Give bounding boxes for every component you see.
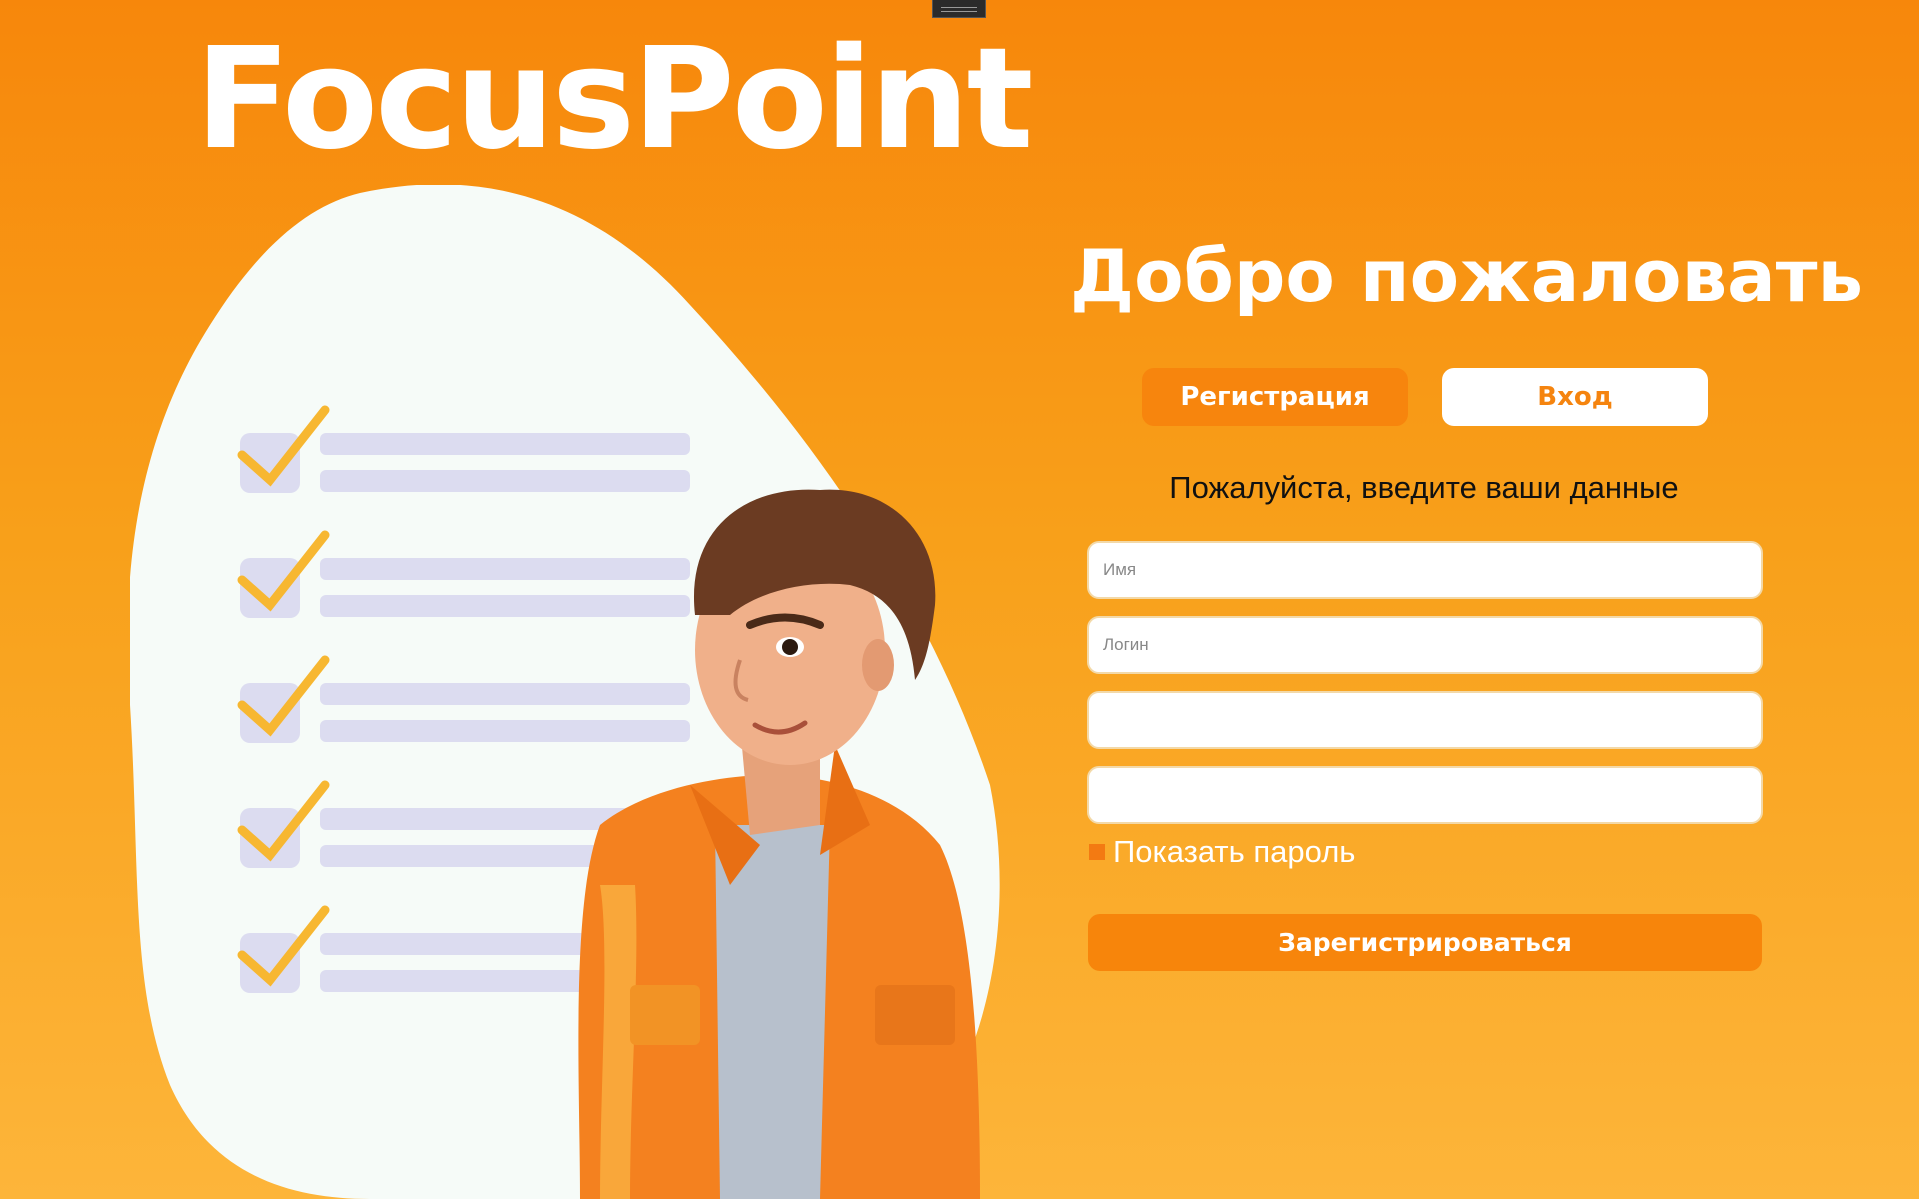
name-input[interactable] bbox=[1087, 541, 1763, 599]
show-password-checkbox[interactable] bbox=[1089, 844, 1105, 860]
show-password-toggle[interactable]: Показать пароль bbox=[1089, 834, 1355, 870]
password-input[interactable] bbox=[1087, 691, 1763, 749]
show-password-label: Показать пароль bbox=[1113, 834, 1356, 869]
brand-logo-text: FocusPoint bbox=[195, 18, 1033, 181]
tab-registration[interactable]: Регистрация bbox=[1142, 368, 1408, 426]
hero-illustration bbox=[130, 185, 1000, 1199]
tab-login[interactable]: Вход bbox=[1442, 368, 1708, 426]
login-input[interactable] bbox=[1087, 616, 1763, 674]
illustration-svg bbox=[130, 185, 1000, 1199]
confirm-password-input[interactable] bbox=[1087, 766, 1763, 824]
welcome-heading: Добро пожаловать bbox=[1070, 234, 1863, 318]
window-drag-handle[interactable] bbox=[932, 0, 986, 18]
form-subtitle: Пожалуйста, введите ваши данные bbox=[1169, 470, 1679, 505]
register-button[interactable]: Зарегистрироваться bbox=[1088, 914, 1762, 971]
